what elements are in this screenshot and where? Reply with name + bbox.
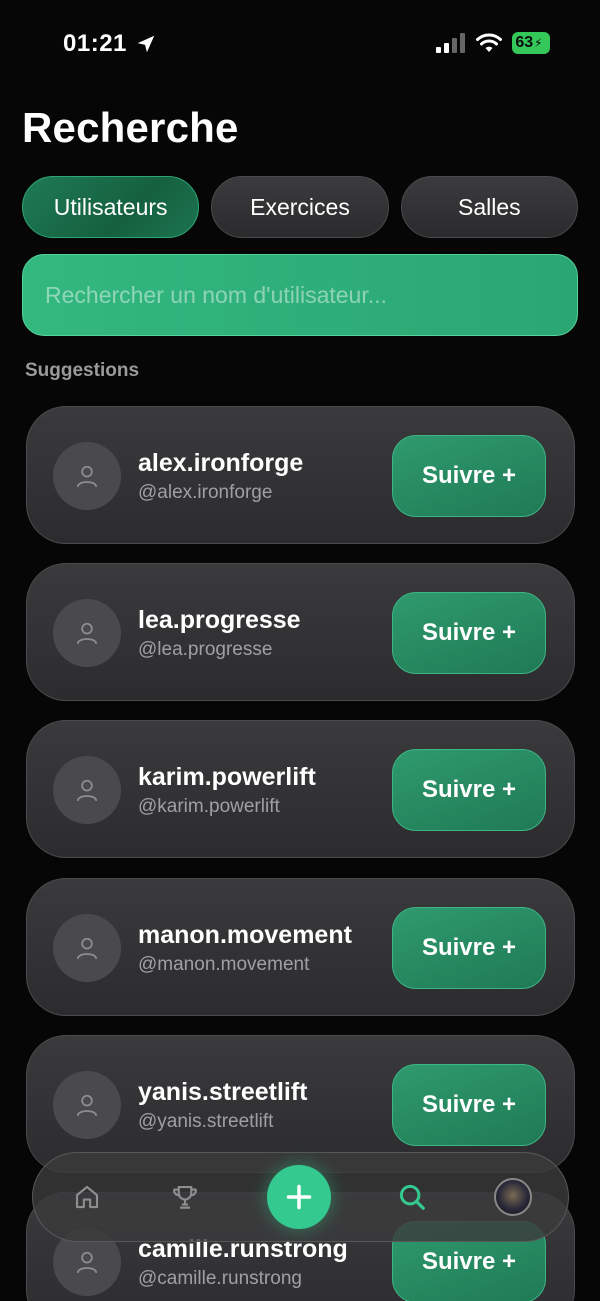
battery-indicator: 63 ⚡ (512, 32, 550, 54)
trophy-icon (172, 1185, 197, 1209)
tab-exercises[interactable]: Exercices (211, 176, 389, 238)
username: yanis.streetlift (138, 1078, 308, 1106)
follow-button[interactable]: Suivre + (392, 1064, 546, 1146)
suggestions-label: Suggestions (25, 360, 140, 381)
user-card[interactable]: karim.powerlift @karim.powerlift Suivre … (26, 720, 575, 858)
page-title: Recherche (22, 104, 239, 151)
user-handle: @lea.progresse (138, 639, 273, 660)
user-placeholder-icon (76, 465, 98, 488)
search-screen: 01:21 63 ⚡ Recherche Utilisateurs Exercic… (0, 0, 600, 1301)
user-card[interactable]: alex.ironforge @alex.ironforge Suivre + (26, 406, 575, 544)
user-handle: @manon.movement (138, 954, 310, 975)
user-placeholder-icon (76, 1094, 98, 1117)
plus-icon (286, 1184, 311, 1210)
battery-level: 63 (515, 34, 534, 51)
avatar (53, 1071, 121, 1139)
follow-button[interactable]: Suivre + (392, 907, 546, 989)
avatar (53, 442, 121, 510)
avatar (53, 756, 121, 824)
category-tabs: Utilisateurs Exercices Salles (22, 176, 578, 238)
user-handle: @yanis.streetlift (138, 1111, 274, 1132)
tab-users[interactable]: Utilisateurs (22, 176, 200, 238)
username: alex.ironforge (138, 449, 304, 477)
profile-avatar[interactable] (494, 1178, 532, 1216)
home-icon (75, 1185, 99, 1209)
location-arrow-icon (137, 35, 155, 53)
user-handle: @karim.powerlift (138, 796, 280, 817)
cellular-signal-icon (436, 33, 465, 53)
bottom-tab-bar (32, 1152, 569, 1242)
user-handle: @alex.ironforge (138, 482, 273, 503)
user-card[interactable]: lea.progresse @lea.progresse Suivre + (26, 563, 575, 701)
user-placeholder-icon (76, 937, 98, 960)
tab-gyms[interactable]: Salles (400, 176, 578, 238)
user-placeholder-icon (76, 622, 98, 645)
status-time: 01:21 (63, 30, 157, 58)
nav-trophy[interactable] (169, 1181, 201, 1213)
user-handle: @camille.runstrong (138, 1268, 302, 1289)
search-icon (400, 1184, 426, 1210)
follow-button[interactable]: Suivre + (392, 435, 546, 517)
username: karim.powerlift (138, 763, 316, 791)
avatar (53, 599, 121, 667)
user-placeholder-icon (76, 779, 98, 802)
status-indicators: 63 ⚡ (436, 32, 550, 54)
username: manon.movement (138, 921, 352, 949)
avatar (53, 914, 121, 982)
follow-button[interactable]: Suivre + (392, 592, 546, 674)
create-button[interactable] (266, 1165, 331, 1229)
follow-button[interactable]: Suivre + (392, 749, 546, 831)
status-time-text: 01:21 (63, 30, 127, 57)
user-placeholder-icon (76, 1251, 98, 1274)
username: lea.progresse (138, 606, 301, 634)
wifi-icon (476, 33, 502, 52)
user-card[interactable]: manon.movement @manon.movement Suivre + (26, 878, 575, 1016)
nav-home[interactable] (71, 1181, 103, 1213)
nav-search[interactable] (396, 1181, 428, 1213)
search-input[interactable] (45, 281, 577, 309)
search-bar (22, 254, 578, 336)
charging-bolt-icon: ⚡ (534, 36, 543, 50)
